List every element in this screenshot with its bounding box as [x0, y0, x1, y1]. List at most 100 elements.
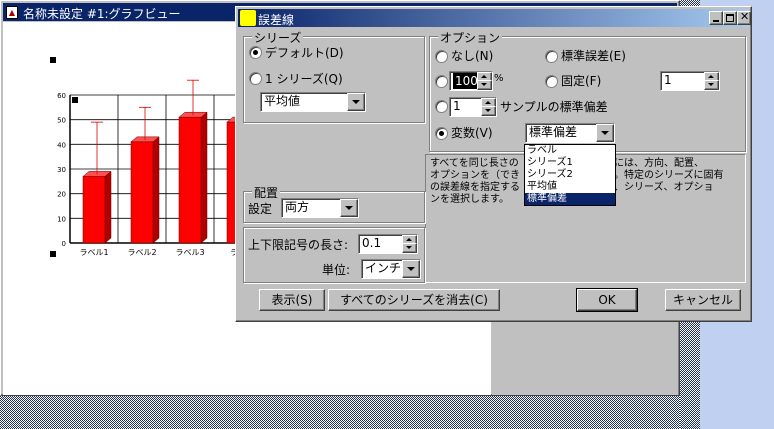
default-radio-label[interactable]: デフォルト(D)	[265, 44, 344, 61]
none-radio[interactable]	[435, 50, 448, 63]
minimize-button[interactable]	[709, 11, 723, 25]
chevron-down-icon	[601, 131, 609, 135]
one-series-radio[interactable]	[249, 72, 262, 85]
bar[interactable]	[178, 116, 202, 244]
dropdown-option[interactable]: 標準偏差	[525, 193, 615, 205]
y-tick-label: 10	[57, 215, 66, 223]
description-line: ンを選択します。	[430, 194, 509, 205]
variable-radio[interactable]	[435, 127, 448, 140]
y-tick-label: 20	[57, 191, 66, 199]
series-group: シリーズ デフォルト(D) 1 シリーズ(Q) 平均値	[243, 29, 425, 123]
selection-handle[interactable]	[50, 251, 56, 257]
dropdown-option[interactable]: シリーズ1	[525, 157, 615, 169]
variable-select-value: 標準偏差	[529, 125, 578, 139]
show-button[interactable]: 表示(S)	[259, 289, 325, 311]
close-button[interactable]: ✕	[737, 10, 751, 25]
app-icon: ▲	[6, 6, 18, 19]
cap-length-label: 上下限記号の長さ:	[248, 238, 349, 252]
fixed-radio[interactable]	[545, 75, 558, 88]
spin-down-button[interactable]	[481, 106, 496, 116]
selection-handle[interactable]	[72, 97, 78, 103]
placement-setting-label: 設定	[248, 202, 273, 216]
cancel-button[interactable]: キャンセル	[665, 289, 741, 311]
none-radio-label[interactable]: なし(N)	[451, 47, 493, 64]
chevron-down-icon	[352, 100, 360, 104]
y-tick-label: 30	[57, 166, 66, 174]
spin-down-button[interactable]	[402, 243, 417, 253]
down-icon	[708, 83, 714, 86]
unit-select[interactable]: インチ	[361, 259, 421, 279]
variable-radio-label[interactable]: 変数(V)	[451, 124, 493, 141]
percent-spinner[interactable]	[477, 72, 492, 90]
y-tick-label: 40	[57, 141, 66, 149]
bar[interactable]	[82, 176, 106, 244]
chevron-down-icon	[407, 267, 415, 271]
chevron-down-icon	[345, 206, 353, 210]
cap-length-spinner[interactable]	[402, 235, 417, 253]
ok-button[interactable]: OK	[576, 288, 638, 312]
maximize-icon	[726, 14, 734, 22]
dropdown-option[interactable]: 平均値	[525, 181, 615, 193]
error-bars-dialog: 誤差線 ✕ シリーズ デフォルト(D) 1 シリーズ(Q) 平均値 オプション …	[235, 6, 752, 322]
placement-group-title: 配置	[252, 184, 281, 201]
bar-side	[200, 111, 208, 244]
y-tick-label: 60	[57, 92, 66, 100]
stddev-label: サンプルの標準偏差	[500, 100, 608, 114]
fixed-radio-label[interactable]: 固定(F)	[561, 72, 601, 89]
bar[interactable]	[130, 141, 154, 244]
graph-window-title: 名称未設定 #1:グラフビュー	[23, 7, 181, 21]
description-line: すべてを同じ長さの	[430, 158, 519, 169]
dialog-titlebar[interactable]: 誤差線 ✕	[238, 9, 751, 27]
fixed-spinner[interactable]	[704, 72, 719, 90]
up-icon	[481, 75, 487, 78]
unit-select-dropdown-button[interactable]	[402, 260, 420, 278]
description-line: には、方向、配置、	[614, 158, 704, 169]
stddev-spinner[interactable]	[481, 98, 496, 116]
placement-select-dropdown-button[interactable]	[340, 199, 358, 217]
stddev-radio[interactable]	[435, 100, 448, 113]
options-group: オプション なし(N) 標準誤差(E) 100 % 固定(F) 1 1 サンプル…	[429, 29, 746, 152]
maximize-button[interactable]	[723, 11, 737, 25]
stderr-radio[interactable]	[545, 50, 558, 63]
percent-field[interactable]: 100	[449, 71, 493, 91]
y-tick-label: 0	[62, 240, 66, 248]
cap-length-field[interactable]: 0.1	[358, 234, 418, 254]
stddev-field[interactable]: 1	[449, 97, 497, 117]
one-series-radio-label[interactable]: 1 シリーズ(Q)	[265, 70, 343, 87]
description-line: 、シリーズ、オプショ	[614, 182, 714, 193]
unit-label: 単位:	[322, 263, 351, 277]
clear-all-series-button[interactable]: すべてのシリーズを消去(C)	[328, 289, 500, 311]
x-tick-label: ラベル1	[79, 248, 108, 257]
series-select-value: 平均値	[264, 94, 301, 108]
default-radio[interactable]	[249, 46, 262, 59]
down-icon	[481, 83, 487, 86]
dialog-icon	[240, 10, 256, 26]
placement-select[interactable]: 両方	[281, 198, 359, 218]
percent-radio[interactable]	[435, 75, 448, 88]
percent-value: 100	[453, 73, 480, 89]
y-tick-label: 50	[57, 117, 66, 125]
up-icon	[485, 101, 491, 104]
close-icon: ✕	[740, 10, 750, 23]
desktop-background	[0, 395, 680, 429]
placement-group: 配置 設定 両方	[243, 184, 425, 223]
down-icon	[406, 246, 412, 249]
stddev-value: 1	[453, 99, 461, 113]
spin-down-button[interactable]	[477, 80, 492, 90]
stderr-radio-label[interactable]: 標準誤差(E)	[561, 47, 626, 64]
dropdown-option[interactable]: シリーズ2	[525, 169, 615, 181]
spin-down-button[interactable]	[704, 80, 719, 90]
up-icon	[708, 75, 714, 78]
dialog-title: 誤差線	[258, 13, 295, 27]
down-icon	[485, 109, 491, 112]
dropdown-option[interactable]: ラベル	[525, 145, 615, 157]
unit-select-value: インチ	[365, 261, 402, 275]
series-select[interactable]: 平均値	[260, 92, 366, 112]
fixed-value: 1	[664, 73, 672, 87]
series-select-dropdown-button[interactable]	[347, 93, 365, 111]
variable-select-dropdown-button[interactable]	[596, 124, 614, 142]
cap-length-group: 上下限記号の長さ: 0.1 単位: インチ	[243, 227, 425, 283]
fixed-field[interactable]: 1	[660, 71, 720, 91]
variable-select[interactable]: 標準偏差	[525, 123, 615, 143]
selection-handle[interactable]	[50, 57, 56, 63]
